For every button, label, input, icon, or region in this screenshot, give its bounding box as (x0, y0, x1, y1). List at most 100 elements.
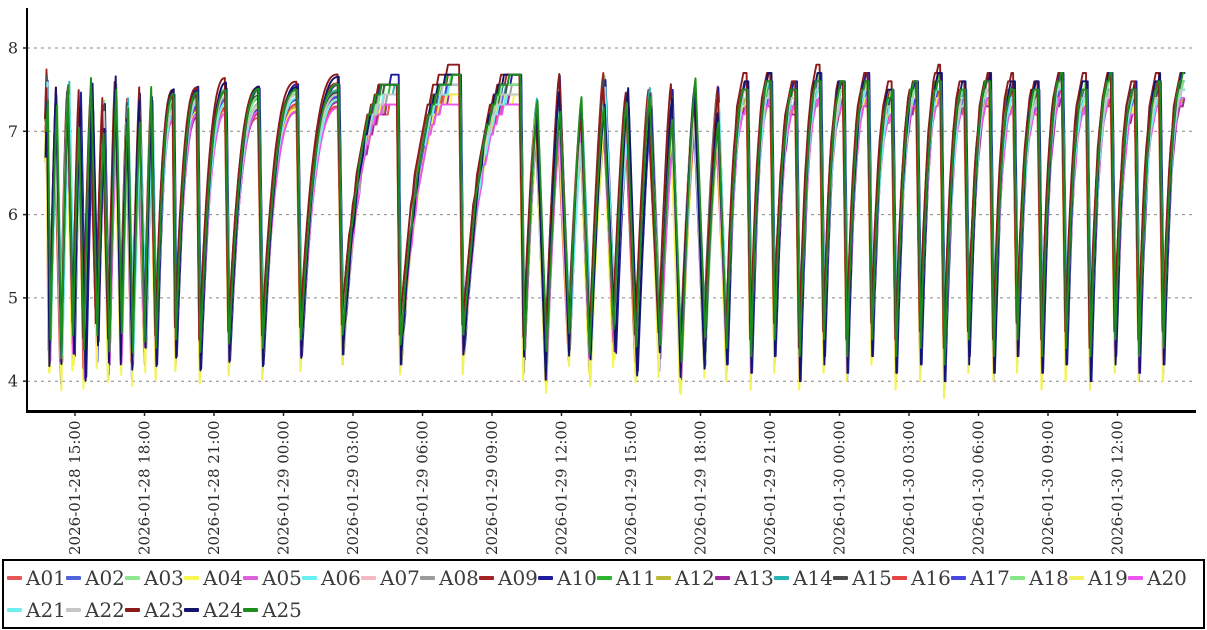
x-tick-label: 2026-01-30 09:00 (1039, 421, 1057, 555)
x-tick-label: 2026-01-29 09:00 (483, 421, 501, 555)
legend-item-A18: A18 (1010, 562, 1069, 594)
legend-item-A10: A10 (538, 562, 597, 594)
series-lines (45, 65, 1186, 398)
legend-item-A21: A21 (7, 594, 66, 626)
legend-item-A01: A01 (7, 562, 66, 594)
legend-label: A19 (1088, 568, 1128, 588)
x-tick-label: 2026-01-29 18:00 (692, 421, 710, 555)
legend-item-A25: A25 (243, 594, 302, 626)
legend-label: A03 (144, 568, 184, 588)
legend-label: A22 (85, 600, 125, 620)
x-tick-label: 2026-01-28 15:00 (66, 421, 84, 555)
legend-swatch-A02 (66, 576, 81, 580)
x-tick-label: 2026-01-28 21:00 (205, 421, 223, 555)
legend-label: A04 (203, 568, 243, 588)
legend-item-A20: A20 (1128, 562, 1187, 594)
legend-item-A04: A04 (184, 562, 243, 594)
legend-swatch-A25 (243, 608, 258, 612)
legend-swatch-A09 (479, 576, 494, 580)
legend-item-A07: A07 (361, 562, 420, 594)
legend-item-A24: A24 (184, 594, 243, 626)
legend-swatch-A04 (184, 576, 199, 580)
legend-label: A08 (439, 568, 479, 588)
legend-label: A18 (1029, 568, 1069, 588)
legend-swatch-A10 (538, 576, 553, 580)
legend-swatch-A18 (1010, 576, 1025, 580)
legend-label: A09 (498, 568, 538, 588)
legend-item-A06: A06 (302, 562, 361, 594)
legend-item-A16: A16 (892, 562, 951, 594)
legend: A01 A02 A03 A04 A05 A06 A07 A08 A09 A10 A11 A12 A13 A… (2, 559, 1205, 629)
x-tick-label: 2026-01-29 00:00 (275, 421, 293, 555)
legend-label: A11 (616, 568, 656, 588)
legend-swatch-A12 (656, 576, 671, 580)
y-tick-label: 8 (8, 39, 18, 58)
legend-swatch-A11 (597, 576, 612, 580)
chart-container: 456782026-01-28 15:002026-01-28 18:00202… (0, 0, 1207, 558)
legend-label: A16 (911, 568, 951, 588)
legend-swatch-A03 (125, 576, 140, 580)
legend-label: A24 (203, 600, 243, 620)
legend-swatch-A05 (243, 576, 258, 580)
legend-swatch-A16 (892, 576, 907, 580)
x-tick-label: 2026-01-28 18:00 (136, 421, 154, 555)
legend-swatch-A01 (7, 576, 22, 580)
y-tick-label: 5 (8, 288, 18, 307)
legend-label: A01 (26, 568, 66, 588)
y-axis: 4 5 6 7 8 (8, 39, 27, 391)
legend-label: A02 (85, 568, 125, 588)
legend-label: A07 (380, 568, 420, 588)
y-tick-label: 4 (8, 372, 18, 391)
legend-label: A21 (26, 600, 66, 620)
y-tick-label: 6 (8, 205, 18, 224)
legend-item-A03: A03 (125, 562, 184, 594)
legend-label: A17 (970, 568, 1010, 588)
legend-swatch-A13 (715, 576, 730, 580)
x-tick-label: 2026-01-29 15:00 (622, 421, 640, 555)
legend-item-A23: A23 (125, 594, 184, 626)
x-tick-label: 2026-01-29 06:00 (414, 421, 432, 555)
legend-swatch-A19 (1069, 576, 1084, 580)
legend-label: A06 (321, 568, 361, 588)
legend-item-A08: A08 (420, 562, 479, 594)
legend-label: A15 (852, 568, 892, 588)
legend-swatch-A17 (951, 576, 966, 580)
legend-label: A12 (675, 568, 715, 588)
legend-item-A22: A22 (66, 594, 125, 626)
x-tick-label: 2026-01-30 03:00 (900, 421, 918, 555)
legend-item-A02: A02 (66, 562, 125, 594)
legend-swatch-A21 (7, 608, 22, 612)
legend-label: A20 (1147, 568, 1187, 588)
legend-item-A14: A14 (774, 562, 833, 594)
legend-swatch-A20 (1128, 576, 1143, 580)
x-tick-label: 2026-01-30 00:00 (831, 421, 849, 555)
chart-svg: 456782026-01-28 15:002026-01-28 18:00202… (0, 0, 1207, 558)
legend-label: A13 (734, 568, 774, 588)
legend-label: A05 (262, 568, 302, 588)
x-tick-label: 2026-01-30 06:00 (970, 421, 988, 555)
legend-item-A17: A17 (951, 562, 1010, 594)
legend-item-A15: A15 (833, 562, 892, 594)
legend-label: A23 (144, 600, 184, 620)
legend-swatch-A22 (66, 608, 81, 612)
legend-item-A09: A09 (479, 562, 538, 594)
y-tick-label: 7 (8, 122, 18, 141)
legend-swatch-A08 (420, 576, 435, 580)
legend-swatch-A06 (302, 576, 317, 580)
legend-item-A12: A12 (656, 562, 715, 594)
legend-swatch-A15 (833, 576, 848, 580)
legend-label: A10 (557, 568, 597, 588)
x-tick-label: 2026-01-29 21:00 (761, 421, 779, 555)
x-tick-label: 2026-01-29 03:00 (344, 421, 362, 555)
legend-label: A25 (262, 600, 302, 620)
legend-item-A05: A05 (243, 562, 302, 594)
legend-label: A14 (793, 568, 833, 588)
legend-item-A11: A11 (597, 562, 656, 594)
legend-item-A13: A13 (715, 562, 774, 594)
legend-item-A19: A19 (1069, 562, 1128, 594)
x-tick-label: 2026-01-29 12:00 (553, 421, 571, 555)
legend-swatch-A07 (361, 576, 376, 580)
legend-swatch-A23 (125, 608, 140, 612)
x-tick-label: 2026-01-30 12:00 (1109, 421, 1127, 555)
x-axis: 2026-01-28 15:00 2026-01-28 18:00 2026-01-… (66, 412, 1127, 555)
